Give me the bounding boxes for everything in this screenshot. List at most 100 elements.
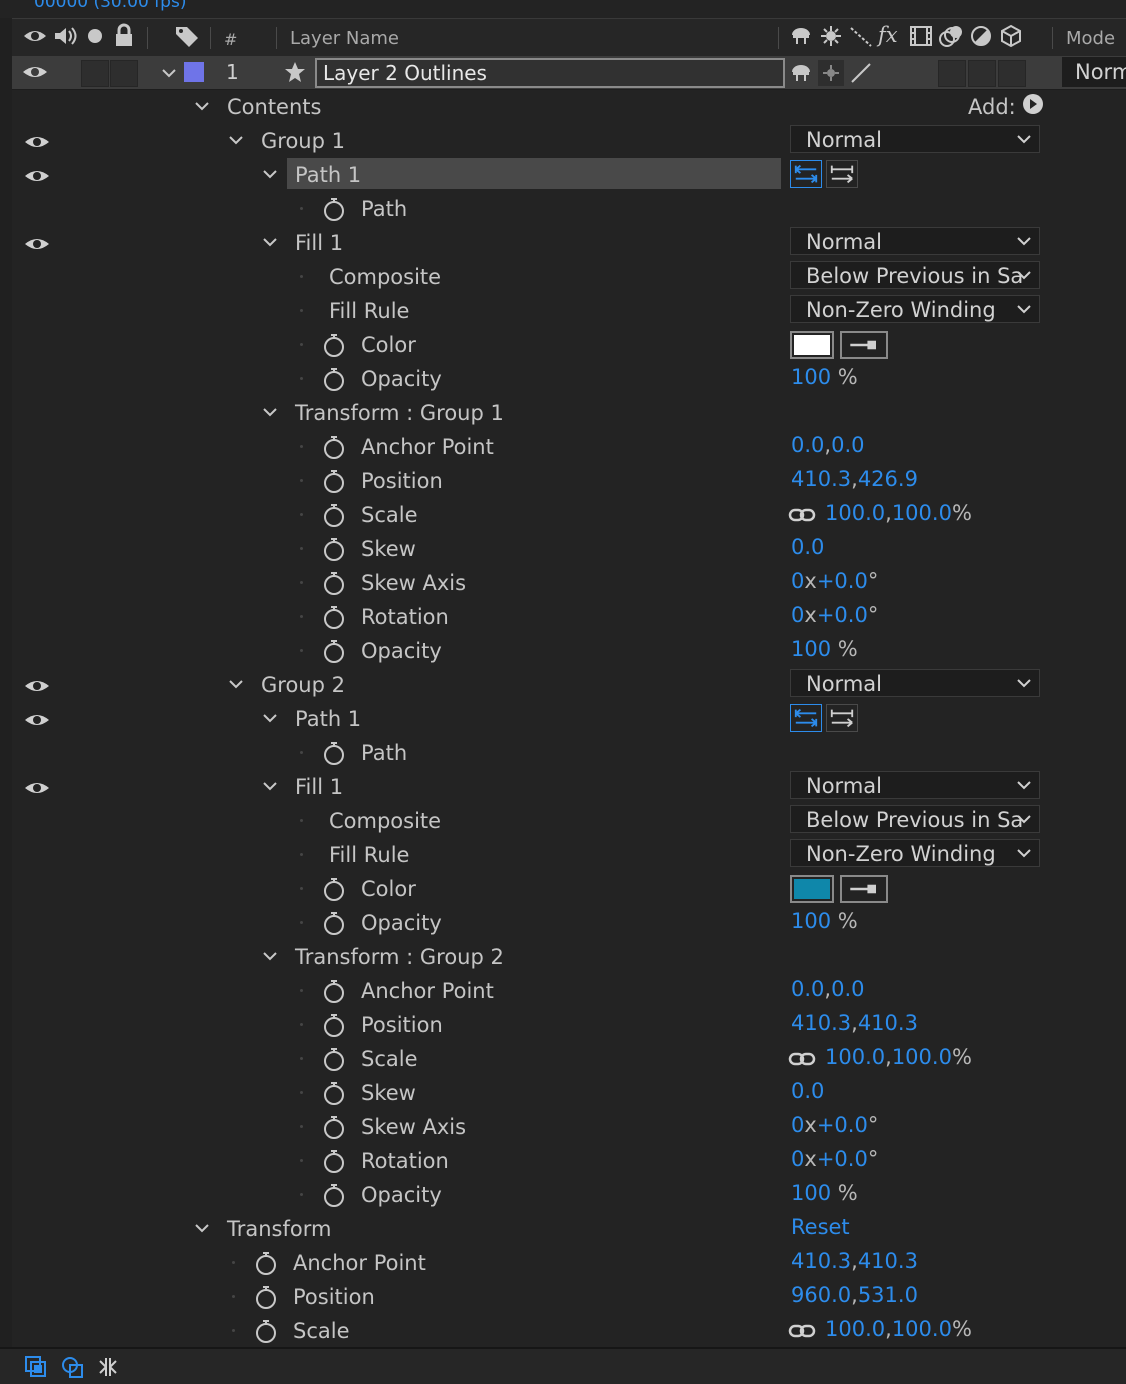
layer-name-field[interactable]: Layer 2 Outlines: [315, 58, 785, 88]
value-x[interactable]: 410.3: [791, 467, 851, 491]
audio-icon[interactable]: [52, 23, 78, 49]
eyedropper-icon[interactable]: [840, 875, 888, 903]
g1-fillrule-dropdown[interactable]: Non-Zero Winding: [790, 295, 1040, 323]
stopwatch-icon[interactable]: [254, 1318, 278, 1344]
g1-position-row[interactable]: Position 410.3,426.9: [12, 464, 1126, 499]
eye-icon[interactable]: [24, 236, 50, 252]
g1-path-row[interactable]: Path: [12, 192, 1126, 227]
stopwatch-icon[interactable]: [322, 876, 346, 902]
constrain-proportions-link-icon[interactable]: [788, 1050, 816, 1068]
layer-label-color-swatch[interactable]: [184, 62, 204, 82]
stopwatch-icon[interactable]: [254, 1284, 278, 1310]
stopwatch-icon[interactable]: [254, 1250, 278, 1276]
stopwatch-icon[interactable]: [322, 638, 346, 664]
3d-layer-icon[interactable]: [998, 23, 1024, 49]
value-degrees[interactable]: +0.0: [817, 603, 868, 627]
g1-anchor-value[interactable]: 0.0,0.0: [791, 433, 865, 457]
collapse-transform-icon[interactable]: [818, 23, 844, 49]
stopwatch-icon[interactable]: [322, 434, 346, 460]
g2-fill-blend-mode-dropdown[interactable]: Normal: [790, 771, 1040, 799]
layer-audio-switch[interactable]: [81, 60, 109, 87]
g1-opacity-row[interactable]: Opacity 100 %: [12, 362, 1126, 397]
g2-topacity-row[interactable]: Opacity 100 %: [12, 1178, 1126, 1213]
eye-icon[interactable]: [24, 134, 50, 150]
g1-position-value[interactable]: 410.3,426.9: [791, 467, 918, 491]
t-scale-value[interactable]: 100.0,100.0%: [825, 1317, 972, 1341]
stopwatch-icon[interactable]: [322, 196, 346, 222]
g2-color-swatch[interactable]: [790, 875, 834, 903]
transform-row[interactable]: Transform Reset: [12, 1212, 1126, 1247]
g1-scale-row[interactable]: Scale 100.0,100.0%: [12, 498, 1126, 533]
g1-path1-row[interactable]: Path 1: [12, 158, 1126, 193]
quality-icon[interactable]: [848, 23, 874, 49]
group1-blend-mode-dropdown[interactable]: Normal: [790, 125, 1040, 153]
stopwatch-icon[interactable]: [322, 1114, 346, 1140]
g2-fillrule-dropdown[interactable]: Non-Zero Winding: [790, 839, 1040, 867]
in-out-duration-icon[interactable]: [96, 1355, 120, 1379]
stopwatch-icon[interactable]: [322, 536, 346, 562]
chevron-down-icon[interactable]: [261, 165, 279, 183]
layer-shy-switch-icon[interactable]: [788, 60, 814, 86]
g1-skewaxis-value[interactable]: 0x+0.0°: [791, 569, 878, 593]
label-tag-icon[interactable]: [174, 23, 200, 49]
eyedropper-icon[interactable]: [840, 331, 888, 359]
g1-rotation-value[interactable]: 0x+0.0°: [791, 603, 878, 627]
g2-opacity-row[interactable]: Opacity 100 %: [12, 906, 1126, 941]
lock-icon[interactable]: [111, 23, 137, 49]
t-position-value[interactable]: 960.0,531.0: [791, 1283, 918, 1307]
layer-row[interactable]: 1 Layer 2 Outlines Norm: [12, 56, 1126, 90]
g1-rotation-row[interactable]: Rotation 0x+0.0°: [12, 600, 1126, 635]
stopwatch-icon[interactable]: [322, 740, 346, 766]
g2-skew-row[interactable]: Skew 0.0: [12, 1076, 1126, 1111]
group2-blend-mode-dropdown[interactable]: Normal: [790, 669, 1040, 697]
g1-skewaxis-row[interactable]: Skew Axis 0x+0.0°: [12, 566, 1126, 601]
video-visibility-icon[interactable]: [22, 23, 48, 49]
chevron-down-icon[interactable]: [261, 233, 279, 251]
g1-topacity-value[interactable]: 100 %: [791, 637, 858, 661]
eye-icon[interactable]: [24, 678, 50, 694]
g1-anchor-row[interactable]: Anchor Point 0.0,0.0: [12, 430, 1126, 465]
chevron-down-icon[interactable]: [193, 97, 211, 115]
g1-skew-value[interactable]: 0.0: [791, 535, 824, 559]
contents-row[interactable]: Contents Add:: [12, 90, 1126, 125]
stopwatch-icon[interactable]: [322, 468, 346, 494]
g2-skew-value[interactable]: 0.0: [791, 1079, 824, 1103]
g1-color-row[interactable]: Color: [12, 328, 1126, 363]
value-revolutions[interactable]: 0: [791, 603, 804, 627]
chevron-down-icon[interactable]: [261, 403, 279, 421]
shy-icon[interactable]: [788, 23, 814, 49]
stopwatch-icon[interactable]: [322, 1012, 346, 1038]
stopwatch-icon[interactable]: [322, 366, 346, 392]
g2-path1-row[interactable]: Path 1: [12, 702, 1126, 737]
g2-fill1-row[interactable]: Fill 1 Normal: [12, 770, 1126, 805]
stopwatch-icon[interactable]: [322, 1080, 346, 1106]
stopwatch-icon[interactable]: [322, 332, 346, 358]
add-menu-icon[interactable]: [1022, 93, 1044, 115]
stopwatch-icon[interactable]: [322, 502, 346, 528]
value-number[interactable]: 100: [791, 365, 831, 389]
g2-anchor-value[interactable]: 0.0,0.0: [791, 977, 865, 1001]
effects-icon[interactable]: fx: [878, 23, 898, 47]
stopwatch-icon[interactable]: [322, 978, 346, 1004]
path-direction-normal-icon[interactable]: [826, 704, 858, 732]
timecode-readout[interactable]: 00000 (30.00 fps): [34, 0, 186, 12]
g1-composite-row[interactable]: Composite Below Previous in Sa: [12, 260, 1126, 295]
t-position-row[interactable]: Position 960.0,531.0: [12, 1280, 1126, 1315]
value-x[interactable]: 0.0: [791, 433, 824, 457]
stopwatch-icon[interactable]: [322, 1148, 346, 1174]
layer-mode-dropdown[interactable]: Norm: [1062, 57, 1126, 87]
t-anchor-value[interactable]: 410.3,410.3: [791, 1249, 918, 1273]
constrain-proportions-link-icon[interactable]: [788, 506, 816, 524]
constrain-proportions-link-icon[interactable]: [788, 1322, 816, 1340]
stopwatch-icon[interactable]: [322, 910, 346, 936]
g2-position-row[interactable]: Position 410.3,410.3: [12, 1008, 1126, 1043]
path-direction-reverse-icon[interactable]: [790, 160, 822, 188]
layer-switches-icon[interactable]: [24, 1355, 48, 1379]
transform-reset-link[interactable]: Reset: [791, 1215, 850, 1239]
frame-blending-icon[interactable]: [908, 23, 934, 49]
chevron-down-icon[interactable]: [261, 709, 279, 727]
stopwatch-icon[interactable]: [322, 570, 346, 596]
mode-header[interactable]: Mode: [1066, 28, 1115, 49]
stopwatch-icon[interactable]: [322, 1046, 346, 1072]
g1-skew-row[interactable]: Skew 0.0: [12, 532, 1126, 567]
